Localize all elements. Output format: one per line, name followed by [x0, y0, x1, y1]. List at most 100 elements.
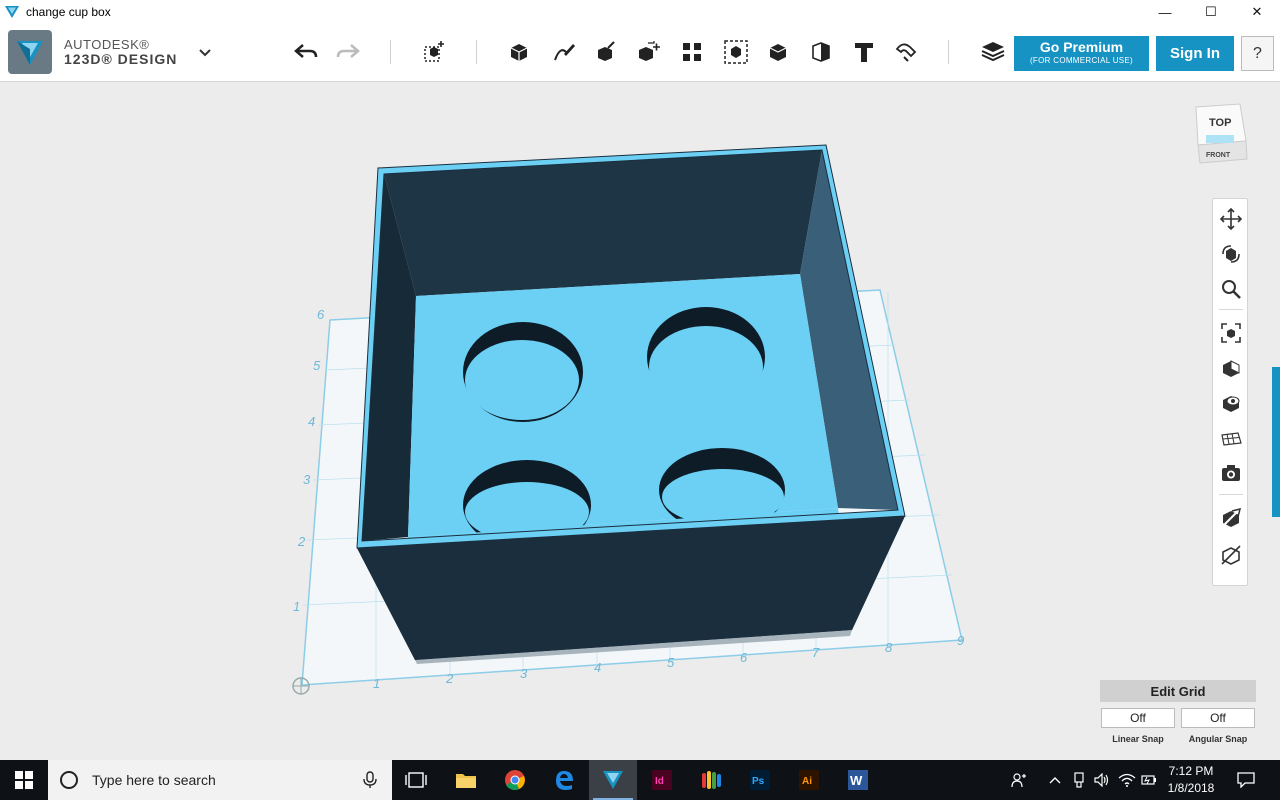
view-cube[interactable]: TOP FRONT [1192, 101, 1248, 165]
taskbar-search-input[interactable]: Type here to search [48, 760, 392, 800]
grid-label-left: 2 [297, 534, 306, 549]
zoom-icon[interactable] [1217, 275, 1245, 303]
grid-label-left: 5 [313, 358, 321, 373]
microphone-icon[interactable] [362, 771, 378, 789]
chevron-down-icon[interactable] [196, 44, 214, 62]
help-button[interactable]: ? [1241, 36, 1274, 71]
title-bar: change cup box — ☐ ✕ [0, 0, 1280, 24]
go-premium-button[interactable]: Go Premium (FOR COMMERCIAL USE) [1014, 36, 1149, 71]
taskbar-clock[interactable]: 7:12 PM 1/8/2018 [1160, 763, 1222, 797]
brand-line-2: 123D® DESIGN [64, 51, 178, 67]
toolbar-divider [948, 40, 949, 64]
outline-display-icon[interactable] [1217, 541, 1245, 569]
edit-grid-panel: Edit Grid Off Off Linear Snap Angular Sn… [1100, 680, 1256, 750]
action-center-icon[interactable] [1230, 760, 1262, 800]
viewcube-front-label: FRONT [1206, 152, 1231, 159]
illustrator-label: Ai [802, 776, 812, 787]
windows-start-icon[interactable] [0, 760, 48, 800]
linear-snap-label: Linear Snap [1112, 734, 1164, 744]
edge-icon[interactable] [540, 760, 588, 800]
pan-icon[interactable] [1217, 205, 1245, 233]
grid-label-left: 4 [308, 414, 315, 429]
main-toolbar: AUTODESK® 123D® DESIGN Go Premium (FOR C… [0, 24, 1280, 82]
grid-label-bottom: 9 [957, 633, 964, 648]
navigation-bar [1212, 198, 1248, 586]
photoshop-label: Ps [752, 776, 765, 787]
material-display-icon[interactable] [1217, 504, 1245, 532]
clock-date: 1/8/2018 [1167, 781, 1215, 795]
word-icon[interactable]: W [834, 760, 882, 800]
toolbar-divider [476, 40, 477, 64]
angular-snap-label: Angular Snap [1188, 734, 1248, 744]
snap-icon[interactable] [890, 36, 922, 68]
grid-label-left: 3 [303, 472, 311, 487]
cup-box-model[interactable] [356, 144, 906, 664]
scene-3d[interactable]: 1 2 3 4 5 6 1 2 3 4 5 6 7 8 9 [0, 83, 1280, 760]
usb-icon[interactable] [1070, 760, 1088, 800]
tray-chevron-up-icon[interactable] [1046, 760, 1064, 800]
clock-time: 7:12 PM [1168, 764, 1214, 778]
materials-icon[interactable] [977, 36, 1009, 68]
sketch-icon[interactable] [548, 36, 580, 68]
window-title: change cup box [26, 5, 111, 19]
123d-design-icon[interactable] [589, 760, 637, 800]
indesign-label: Id [655, 776, 664, 787]
grid-label-left: 1 [293, 599, 300, 614]
modify-icon[interactable] [633, 36, 665, 68]
orbit-icon[interactable] [1217, 240, 1245, 268]
illustrator-icon[interactable]: Ai [785, 760, 833, 800]
wifi-icon[interactable] [1116, 760, 1138, 800]
go-premium-label: Go Premium [1039, 39, 1124, 55]
pattern-icon[interactable] [676, 36, 708, 68]
volume-icon[interactable] [1092, 760, 1112, 800]
search-icon [60, 771, 78, 789]
brand-logo-icon [8, 30, 52, 74]
app-logo-icon [5, 6, 19, 18]
grid-label-bottom: 5 [667, 655, 675, 670]
camera-icon[interactable] [1217, 459, 1245, 487]
search-placeholder: Type here to search [92, 772, 216, 788]
grid-settings-icon[interactable] [1217, 424, 1245, 452]
brand[interactable]: AUTODESK® 123D® DESIGN [8, 30, 177, 74]
edit-grid-button[interactable]: Edit Grid [1100, 680, 1256, 702]
battery-icon[interactable] [1140, 760, 1158, 800]
grid-label-bottom: 2 [445, 671, 454, 686]
photoshop-icon[interactable]: Ps [736, 760, 784, 800]
visibility-icon[interactable] [1217, 389, 1245, 417]
linear-snap-toggle[interactable]: Off [1101, 708, 1175, 728]
side-panel-tab[interactable] [1272, 367, 1280, 517]
construct-icon[interactable] [590, 36, 622, 68]
primitive-box-icon[interactable] [503, 36, 535, 68]
people-icon[interactable] [1008, 760, 1030, 800]
sign-in-button[interactable]: Sign In [1156, 36, 1234, 71]
viewport-canvas[interactable]: 1 2 3 4 5 6 1 2 3 4 5 6 7 8 9 TOP FRONT … [0, 83, 1280, 760]
file-explorer-icon[interactable] [442, 760, 490, 800]
minimize-button[interactable]: — [1142, 0, 1188, 24]
windows-taskbar: Type here to search Id Ps Ai W 7:12 PM 1… [0, 760, 1280, 800]
brand-line-1: AUTODESK® [64, 37, 150, 52]
grid-label-bottom: 4 [594, 660, 601, 675]
grid-label-bottom: 1 [373, 676, 380, 691]
combine-icon[interactable] [762, 36, 794, 68]
undo-icon[interactable] [290, 36, 322, 68]
go-premium-sublabel: (FOR COMMERCIAL USE) [1029, 56, 1134, 65]
text-icon[interactable] [848, 36, 880, 68]
indesign-icon[interactable]: Id [638, 760, 686, 800]
angular-snap-toggle[interactable]: Off [1181, 708, 1255, 728]
grid-origin-icon [292, 677, 310, 695]
grid-label-left: 6 [317, 307, 325, 322]
grouping-icon[interactable] [720, 36, 752, 68]
viewcube-top-label: TOP [1209, 117, 1231, 129]
task-view-icon[interactable] [392, 760, 440, 800]
fit-icon[interactable] [1217, 319, 1245, 347]
app-icon[interactable] [687, 760, 735, 800]
primitives-icon[interactable] [418, 36, 450, 68]
close-button[interactable]: ✕ [1234, 0, 1280, 24]
redo-icon[interactable] [332, 36, 364, 68]
maximize-button[interactable]: ☐ [1188, 0, 1234, 24]
measure-icon[interactable] [805, 36, 837, 68]
grid-label-bottom: 3 [520, 666, 528, 681]
perspective-icon[interactable] [1217, 354, 1245, 382]
grid-label-bottom: 8 [885, 640, 893, 655]
chrome-icon[interactable] [491, 760, 539, 800]
